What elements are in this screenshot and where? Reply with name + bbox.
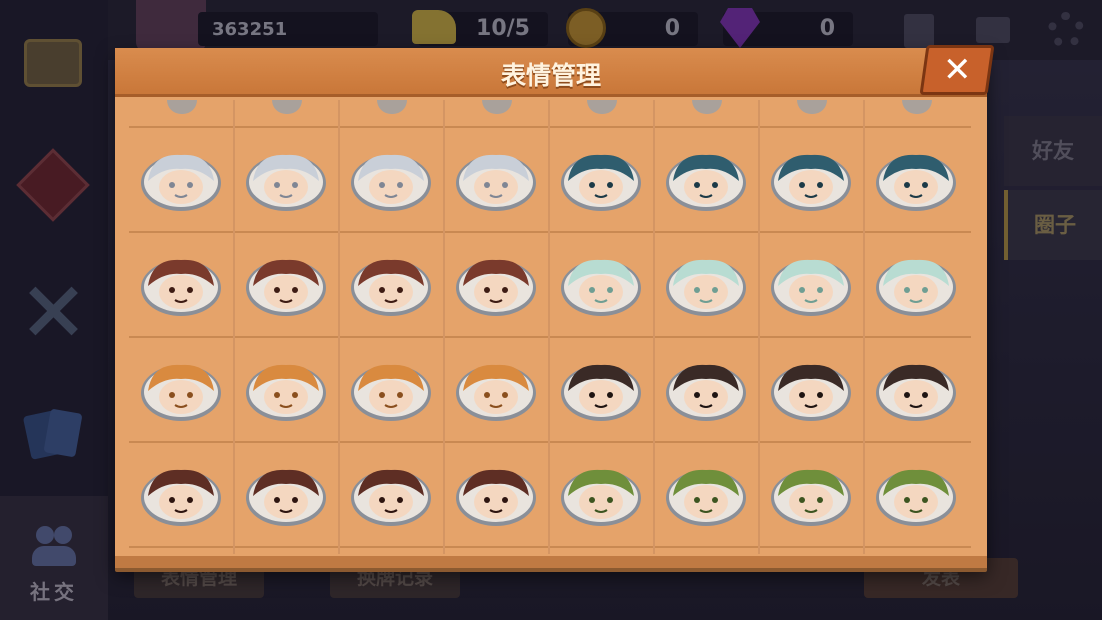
sticker-antler-girl-cry[interactable] xyxy=(759,233,863,337)
sticker-face-icon xyxy=(456,364,536,421)
sticker-teal-hair-girl-happy[interactable] xyxy=(549,128,653,232)
sticker-face-icon xyxy=(771,364,851,421)
sticker-face-icon xyxy=(771,154,851,211)
sticker-silver-hair-boy-speech[interactable] xyxy=(234,128,338,232)
sticker-face-icon xyxy=(876,469,956,526)
sticker-partial xyxy=(167,100,197,114)
sticker-scarred-man-rage[interactable] xyxy=(339,233,443,337)
sticker-partial xyxy=(587,100,617,114)
sticker-scarred-man-question[interactable] xyxy=(444,233,548,337)
sticker-antler-girl-shout[interactable] xyxy=(654,233,758,337)
sticker-bush-stump-angry[interactable] xyxy=(864,443,968,547)
sticker-face-icon xyxy=(141,469,221,526)
sticker-goggle-girl-blush[interactable] xyxy=(339,338,443,442)
sticker-face-icon xyxy=(351,364,431,421)
sticker-face-icon xyxy=(771,259,851,316)
sticker-masked-woman-sweat[interactable] xyxy=(339,443,443,547)
sticker-bandana-catboy-wink[interactable] xyxy=(759,338,863,442)
sticker-goggle-girl-sleepy[interactable] xyxy=(234,338,338,442)
sticker-bandana-catboy-shout[interactable] xyxy=(864,338,968,442)
sticker-silver-hair-boy-tired[interactable] xyxy=(339,128,443,232)
sticker-teal-hair-girl-surprise[interactable] xyxy=(864,128,968,232)
sticker-face-icon xyxy=(246,259,326,316)
sticker-face-icon xyxy=(561,259,641,316)
sticker-silver-hair-boy-sweat[interactable] xyxy=(129,128,233,232)
dialog-bottom-edge xyxy=(115,556,987,568)
sticker-face-icon xyxy=(456,154,536,211)
sticker-masked-woman-question[interactable] xyxy=(444,443,548,547)
sticker-bush-stump-rain[interactable] xyxy=(654,443,758,547)
sticker-face-icon xyxy=(141,154,221,211)
sticker-face-icon xyxy=(456,469,536,526)
sticker-face-icon xyxy=(141,259,221,316)
sticker-antler-girl-laugh[interactable] xyxy=(864,233,968,337)
sticker-scarred-man-smoke[interactable] xyxy=(234,233,338,337)
emoji-manage-dialog: 表情管理 ✕ xyxy=(115,45,995,568)
sticker-bush-stump-flex[interactable] xyxy=(759,443,863,547)
sticker-face-icon xyxy=(246,154,326,211)
sticker-bush-stump-music[interactable] xyxy=(549,443,653,547)
sticker-face-icon xyxy=(876,364,956,421)
sticker-face-icon xyxy=(666,364,746,421)
sticker-face-icon xyxy=(666,259,746,316)
dialog-title: 表情管理 xyxy=(500,61,601,90)
sticker-teal-hair-girl-gloom[interactable] xyxy=(759,128,863,232)
sticker-face-icon xyxy=(351,154,431,211)
sticker-silver-hair-boy-laugh[interactable] xyxy=(444,128,548,232)
sticker-face-icon xyxy=(246,364,326,421)
sticker-bandana-catboy-calm[interactable] xyxy=(549,338,653,442)
sticker-goggle-girl-grin[interactable] xyxy=(129,338,233,442)
sticker-partial xyxy=(272,100,302,114)
close-button[interactable]: ✕ xyxy=(919,45,995,95)
sticker-face-icon xyxy=(456,259,536,316)
sticker-face-icon xyxy=(666,154,746,211)
sticker-partial xyxy=(797,100,827,114)
sticker-face-icon xyxy=(351,469,431,526)
dialog-header: 表情管理 xyxy=(115,48,987,97)
sticker-scarred-man-angry[interactable] xyxy=(129,233,233,337)
sticker-face-icon xyxy=(666,469,746,526)
sticker-partial xyxy=(692,100,722,114)
sticker-face-icon xyxy=(141,364,221,421)
sticker-teal-hair-girl-speech[interactable] xyxy=(654,128,758,232)
sticker-goggle-girl-sparkle[interactable] xyxy=(444,338,548,442)
sticker-antler-girl-smile[interactable] xyxy=(549,233,653,337)
sticker-face-icon xyxy=(876,259,956,316)
sticker-bandana-catboy-sparkle[interactable] xyxy=(654,338,758,442)
sticker-face-icon xyxy=(561,469,641,526)
sticker-face-icon xyxy=(771,469,851,526)
sticker-face-icon xyxy=(561,154,641,211)
sticker-face-icon xyxy=(246,469,326,526)
sticker-face-icon xyxy=(876,154,956,211)
sticker-grid xyxy=(129,100,971,554)
sticker-partial xyxy=(482,100,512,114)
sticker-masked-woman-angry[interactable] xyxy=(234,443,338,547)
sticker-face-icon xyxy=(561,364,641,421)
close-icon: ✕ xyxy=(942,50,972,90)
sticker-masked-woman-calm[interactable] xyxy=(129,443,233,547)
sticker-partial xyxy=(902,100,932,114)
sticker-partial xyxy=(377,100,407,114)
sticker-face-icon xyxy=(351,259,431,316)
